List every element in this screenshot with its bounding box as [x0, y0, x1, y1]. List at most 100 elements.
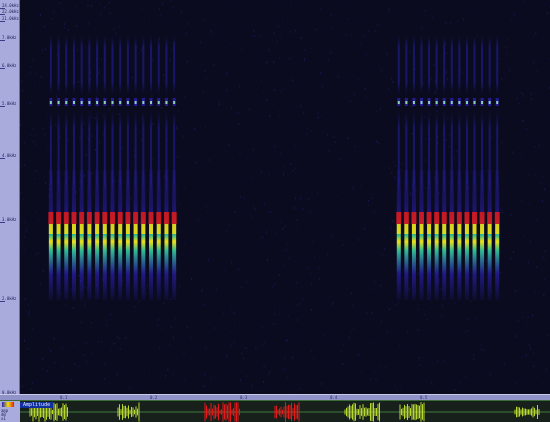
noise-speck: [84, 301, 86, 304]
waveform-side-labels: amp dB x1: [1, 409, 8, 421]
noise-speck: [96, 95, 97, 98]
noise-speck: [205, 205, 207, 208]
noise-speck: [84, 175, 85, 177]
noise-speck: [218, 201, 220, 204]
noise-speck: [102, 114, 104, 117]
noise-speck: [83, 99, 85, 102]
noise-speck: [534, 146, 536, 149]
noise-speck: [23, 236, 25, 238]
syllable-peak: [449, 212, 455, 224]
noise-speck: [34, 240, 36, 242]
noise-speck: [159, 14, 161, 17]
noise-speck: [22, 385, 23, 388]
noise-speck: [521, 120, 523, 123]
waveform-pane[interactable]: amp dB x1 Amplitude: [0, 400, 550, 422]
noise-speck: [440, 287, 442, 290]
noise-speck: [194, 128, 196, 130]
band-peak: [65, 101, 68, 104]
frequency-tick: [0, 14, 5, 15]
noise-speck: [283, 368, 285, 371]
noise-speck: [47, 145, 49, 148]
noise-speck: [106, 37, 108, 40]
noise-speck: [506, 53, 508, 56]
noise-speck: [437, 390, 439, 393]
noise-speck: [535, 174, 537, 177]
noise-speck: [334, 141, 336, 143]
noise-speck: [163, 102, 165, 105]
noise-speck: [300, 104, 302, 107]
noise-speck: [317, 267, 319, 270]
noise-speck: [177, 156, 179, 159]
noise-speck: [371, 312, 373, 314]
spectrogram-view[interactable]: [20, 0, 550, 394]
noise-speck: [386, 52, 388, 55]
noise-speck: [513, 251, 514, 254]
noise-speck: [178, 110, 180, 113]
noise-speck: [225, 2, 227, 5]
syllable-peak: [419, 212, 424, 224]
noise-speck: [69, 194, 71, 197]
noise-speck: [490, 373, 491, 376]
syllable-peak: [133, 212, 139, 224]
noise-speck: [290, 95, 292, 97]
noise-speck: [241, 352, 243, 355]
noise-speck: [169, 343, 171, 346]
noise-speck: [73, 344, 75, 347]
noise-speck: [374, 280, 376, 283]
noise-speck: [349, 100, 351, 103]
noise-speck: [280, 90, 282, 93]
band-peak: [428, 101, 431, 104]
harmonic-streak: [165, 35, 168, 95]
noise-speck: [310, 273, 312, 276]
band-peak: [488, 101, 491, 104]
noise-speck: [151, 94, 153, 97]
noise-speck: [310, 46, 312, 49]
noise-speck: [259, 152, 261, 155]
noise-speck: [505, 46, 507, 49]
noise-speck: [301, 368, 303, 371]
noise-speck: [302, 208, 304, 211]
waveform-canvas[interactable]: [20, 401, 550, 422]
noise-speck: [155, 242, 157, 245]
noise-speck: [141, 118, 143, 121]
noise-speck: [103, 377, 105, 380]
noise-speck: [68, 29, 69, 32]
noise-speck: [360, 185, 362, 188]
noise-speck: [373, 211, 375, 214]
noise-speck: [375, 378, 377, 381]
noise-speck: [510, 214, 512, 217]
spectrogram-canvas[interactable]: [20, 0, 550, 394]
noise-speck: [417, 272, 419, 275]
noise-speck: [233, 341, 235, 344]
noise-speck: [125, 337, 127, 339]
noise-speck: [502, 209, 504, 212]
noise-speck: [44, 25, 46, 28]
noise-speck: [282, 227, 284, 230]
noise-speck: [68, 176, 70, 179]
frequency-tick: [0, 21, 5, 22]
noise-speck: [296, 219, 298, 222]
noise-speck: [165, 375, 166, 377]
waveform-title: Amplitude: [20, 402, 54, 408]
band-peak: [49, 101, 52, 104]
noise-speck: [258, 390, 260, 393]
noise-speck: [92, 172, 94, 175]
noise-speck: [197, 358, 199, 361]
noise-speck: [205, 77, 207, 80]
noise-speck: [297, 228, 299, 231]
noise-speck: [381, 254, 383, 256]
noise-speck: [34, 72, 36, 75]
noise-speck: [431, 383, 433, 386]
noise-speck: [55, 124, 57, 126]
noise-speck: [515, 382, 517, 385]
noise-speck: [34, 83, 35, 86]
noise-speck: [450, 22, 452, 25]
noise-speck: [358, 238, 360, 241]
noise-speck: [279, 57, 281, 60]
noise-speck: [366, 53, 367, 56]
noise-speck: [32, 327, 34, 330]
noise-speck: [526, 354, 527, 357]
noise-speck: [433, 24, 435, 27]
noise-speck: [42, 269, 44, 272]
noise-speck: [37, 290, 39, 292]
